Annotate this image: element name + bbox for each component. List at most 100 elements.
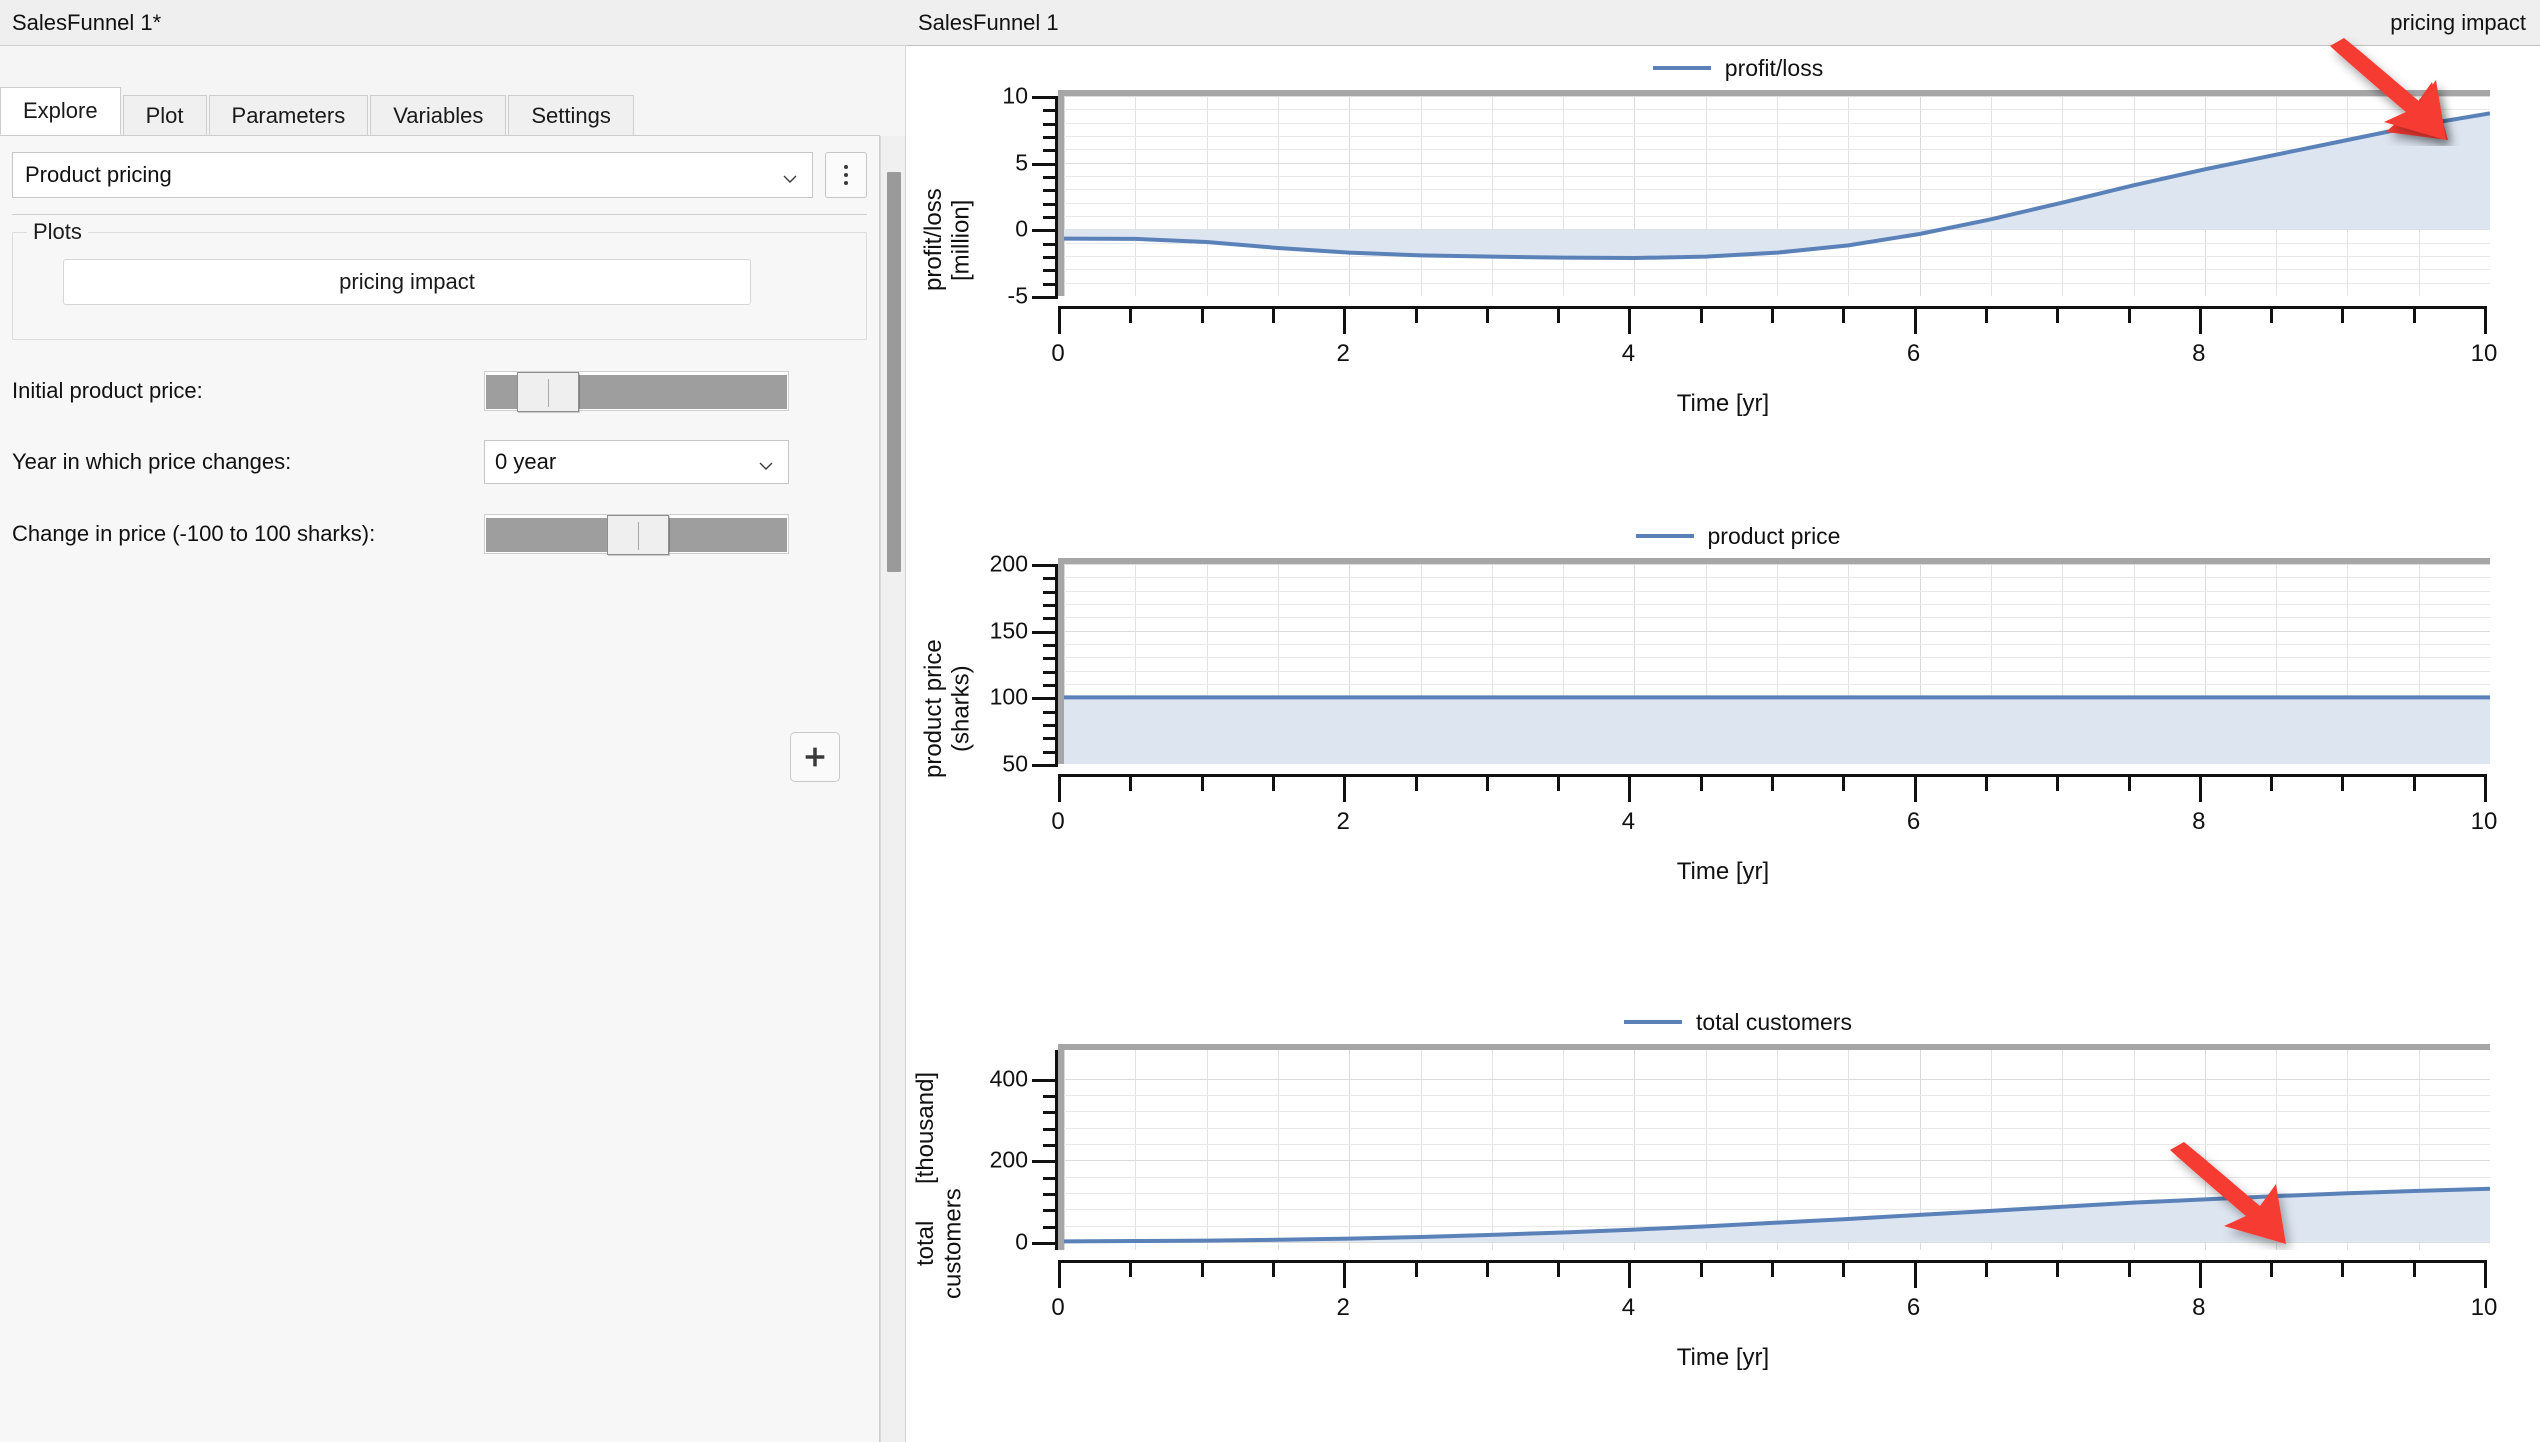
chart-legend: total customers xyxy=(906,1004,2540,1040)
plot-area xyxy=(1058,90,2490,296)
scenario-combo[interactable]: Product pricing xyxy=(12,152,813,198)
y-axis-tick xyxy=(1043,109,1058,112)
y-axis-title-line1: total customers xyxy=(912,1188,967,1299)
x-axis-tick xyxy=(2199,1260,2202,1288)
y-axis-tick xyxy=(1043,657,1058,660)
y-axis-tick xyxy=(1043,724,1058,727)
slider-widget[interactable] xyxy=(484,514,789,554)
x-axis-title: Time [yr] xyxy=(906,858,2540,886)
x-axis-tick xyxy=(2341,306,2344,323)
x-axis-tick xyxy=(1058,1260,1061,1288)
kebab-dot xyxy=(844,165,848,169)
x-axis-tick xyxy=(2128,306,2131,323)
x-axis-tick-label: 8 xyxy=(2192,340,2205,368)
x-axis: 0246810 xyxy=(1058,1260,2484,1330)
x-axis-tick-label: 2 xyxy=(1337,340,1350,368)
x-axis-tick xyxy=(2199,306,2202,334)
x-axis-tick xyxy=(2128,774,2131,791)
panel-splitter[interactable] xyxy=(880,136,906,1442)
slider-thumb[interactable] xyxy=(607,515,669,555)
tab-variables[interactable]: Variables xyxy=(370,95,506,135)
y-axis-title: total customers[thousand] xyxy=(912,1084,967,1299)
y-axis-tick xyxy=(1043,269,1058,272)
x-axis-tick xyxy=(2484,306,2487,334)
x-axis-tick xyxy=(1914,306,1917,334)
x-axis-tick xyxy=(1129,306,1132,323)
plots-groupbox: Plots pricing impact xyxy=(12,232,867,340)
chart-legend: product price xyxy=(906,518,2540,554)
y-axis-tick xyxy=(1043,123,1058,126)
x-axis-tick xyxy=(2128,1260,2131,1277)
kebab-dot xyxy=(844,181,848,185)
change-in-price-slider[interactable] xyxy=(484,514,789,554)
legend-label: product price xyxy=(1708,523,1841,550)
x-axis-tick xyxy=(1201,306,1204,323)
y-axis-tick xyxy=(1043,737,1058,740)
x-axis-tick xyxy=(1343,774,1346,802)
right-panel-titlebar: SalesFunnel 1 pricing impact xyxy=(906,0,2540,46)
add-control-button[interactable] xyxy=(790,732,840,782)
kebab-menu-icon[interactable] xyxy=(825,152,867,198)
x-axis-tick xyxy=(1058,306,1061,334)
x-axis-tick xyxy=(1700,306,1703,323)
control-row-initial-product-price: Initial product price: xyxy=(12,368,867,414)
y-axis-tick xyxy=(1032,1242,1058,1245)
y-axis-tick xyxy=(1043,1144,1058,1147)
x-axis-title: Time [yr] xyxy=(906,390,2540,418)
left-panel-titlebar: SalesFunnel 1* xyxy=(0,0,906,46)
y-axis-tick xyxy=(1043,189,1058,192)
y-axis-tick xyxy=(1043,684,1058,687)
y-axis-tick xyxy=(1043,283,1058,286)
initial-product-price-slider[interactable] xyxy=(484,371,789,411)
tab-explore[interactable]: Explore xyxy=(0,87,121,135)
x-axis-tick xyxy=(1201,1260,1204,1277)
plot-area xyxy=(1058,558,2490,764)
slider-thumb[interactable] xyxy=(517,372,579,412)
x-axis-tick xyxy=(1914,774,1917,802)
x-axis-tick xyxy=(1272,306,1275,323)
y-axis-title-line2: [thousand] xyxy=(912,1072,967,1184)
year-price-changes-select[interactable]: 0 year xyxy=(484,440,789,480)
y-axis-tick xyxy=(1043,176,1058,179)
explore-panel-surface: Product pricing Plots pricing xyxy=(0,136,880,1442)
x-axis-tick-label: 6 xyxy=(1907,808,1920,836)
tab-settings[interactable]: Settings xyxy=(508,95,634,135)
x-axis-tick xyxy=(1486,774,1489,791)
x-axis-tick xyxy=(1557,1260,1560,1277)
x-axis-tick-label: 10 xyxy=(2471,1294,2498,1322)
series-fill xyxy=(1064,113,2490,258)
y-axis-tick xyxy=(1043,577,1058,580)
y-axis-tick-label: 100 xyxy=(990,684,1028,711)
scenario-row: Product pricing xyxy=(12,152,867,198)
legend-swatch xyxy=(1624,1020,1682,1024)
tab-label: Settings xyxy=(531,103,611,129)
control-row-year-price-changes: Year in which price changes: 0 year xyxy=(12,439,867,485)
y-axis: -50510 xyxy=(1028,96,1058,296)
x-axis-tick xyxy=(2270,306,2273,323)
x-axis-tick xyxy=(2484,1260,2487,1288)
plots-groupbox-legend: Plots xyxy=(27,219,88,245)
slider-widget[interactable] xyxy=(484,371,789,411)
tab-parameters[interactable]: Parameters xyxy=(209,95,369,135)
x-axis-tick xyxy=(1771,774,1774,791)
y-axis-tick xyxy=(1043,711,1058,714)
tab-plot[interactable]: Plot xyxy=(123,95,207,135)
charts-container: profit/loss-50510profit/loss [million]02… xyxy=(906,46,2540,1442)
y-axis-tick xyxy=(1032,697,1058,700)
y-axis-tick xyxy=(1043,243,1058,246)
y-axis-tick xyxy=(1043,671,1058,674)
y-axis: 0200400 xyxy=(1028,1050,1058,1250)
plot-button-pricing-impact[interactable]: pricing impact xyxy=(63,259,751,305)
y-axis: 50100150200 xyxy=(1028,564,1058,764)
y-axis-tick xyxy=(1043,1128,1058,1131)
x-axis-tick xyxy=(2199,774,2202,802)
x-axis-tick xyxy=(1771,1260,1774,1277)
scenario-combo-value: Product pricing xyxy=(25,162,172,188)
x-axis-tick xyxy=(2484,774,2487,802)
vertical-scrollbar-thumb[interactable] xyxy=(887,172,901,572)
x-axis-tick xyxy=(1343,306,1346,334)
plus-icon xyxy=(801,743,829,771)
series-graphic xyxy=(1064,96,2490,296)
select-widget[interactable]: 0 year xyxy=(484,440,789,484)
tab-label: Explore xyxy=(23,98,98,124)
